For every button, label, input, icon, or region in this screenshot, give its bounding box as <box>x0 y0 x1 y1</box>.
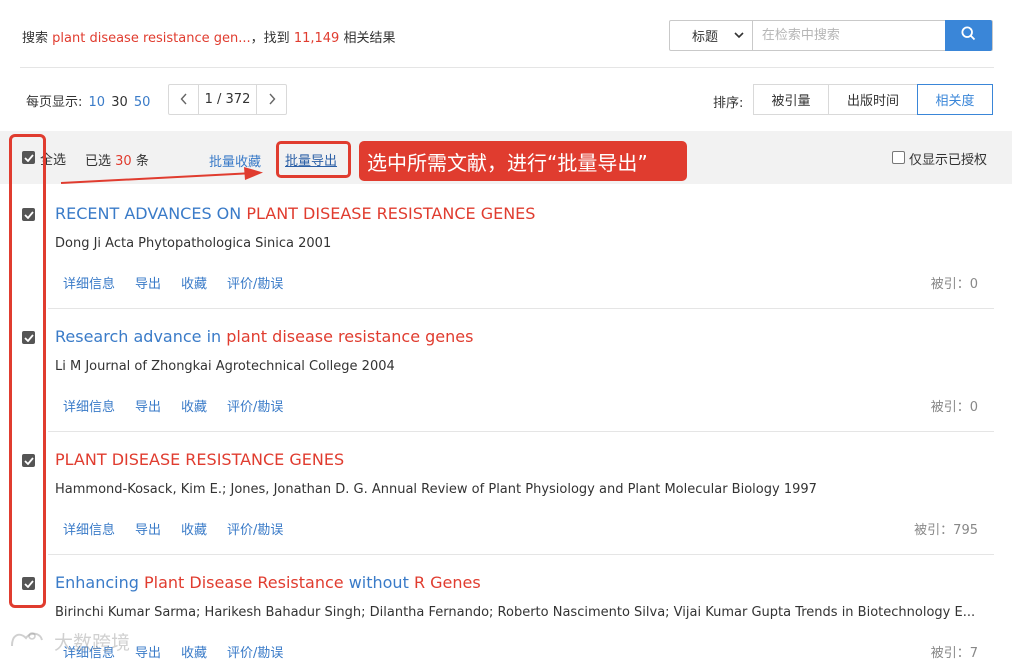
result-title-part: without <box>343 573 414 592</box>
watermark-logo-icon <box>8 628 48 655</box>
divider <box>48 431 994 432</box>
watermark-text: 大数跨境 <box>54 632 131 654</box>
summary-count: 11,149 <box>293 31 340 46</box>
export-highlight-box <box>276 141 351 178</box>
result-actions: 详细信息 导出 收藏 评价/勘误 <box>63 396 283 415</box>
export-link[interactable]: 导出 <box>135 273 161 292</box>
summary-query: plant disease resistance gen... <box>52 31 251 46</box>
annotation-arrow-icon <box>60 167 263 184</box>
page-indicator: 1 / 372 <box>198 85 257 114</box>
result-title-part: Genes <box>430 573 481 592</box>
checkmark-icon <box>23 333 34 342</box>
result-title-part: RECENT ADVANCES ON <box>55 204 247 223</box>
divider <box>20 67 994 68</box>
result-title[interactable]: PLANT DISEASE RESISTANCE GENES <box>55 450 344 469</box>
search-field-select[interactable]: 标题 <box>670 21 753 50</box>
export-link[interactable]: 导出 <box>135 396 161 415</box>
result-title[interactable]: RECENT ADVANCES ON PLANT DISEASE RESISTA… <box>55 204 535 223</box>
result-meta: Li M Journal of Zhongkai Agrotechnical C… <box>55 359 395 374</box>
result-title-part: PLANT DISEASE RESISTANCE GENES <box>246 204 536 223</box>
details-link[interactable]: 详细信息 <box>63 273 115 292</box>
checkmark-icon <box>23 210 34 219</box>
result-title-part: PLANT DISEASE RESISTANCE GENES <box>55 450 345 469</box>
export-link[interactable]: 导出 <box>135 642 161 661</box>
divider <box>48 308 994 309</box>
result-title-part: plant disease resistance genes <box>226 327 474 346</box>
result-checkbox[interactable] <box>22 331 35 344</box>
per-page-selector: 每页显示: 10 30 50 <box>26 91 152 110</box>
result-title-part: Enhancing <box>55 573 144 592</box>
review-link[interactable]: 评价/勘误 <box>227 642 283 661</box>
favorite-link[interactable]: 收藏 <box>181 642 207 661</box>
result-checkbox[interactable] <box>22 454 35 467</box>
search-icon <box>961 26 976 45</box>
result-cited-count: 被引：795 <box>914 523 978 538</box>
sort-by-date[interactable]: 出版时间 <box>828 84 918 115</box>
result-checkbox[interactable] <box>22 208 35 221</box>
result-checkbox[interactable] <box>22 577 35 590</box>
pagination: 1 / 372 <box>168 84 287 115</box>
favorite-link[interactable]: 收藏 <box>181 273 207 292</box>
chevron-down-icon <box>734 28 744 43</box>
chevron-right-icon <box>268 91 276 109</box>
per-page-option-30[interactable]: 30 <box>111 95 128 110</box>
sort-by-relevance[interactable]: 相关度 <box>917 84 993 115</box>
result-title[interactable]: Research advance in plant disease resist… <box>55 327 473 346</box>
result-cited-count: 被引：0 <box>930 400 978 415</box>
chevron-left-icon <box>180 91 188 109</box>
next-page-button[interactable] <box>257 85 286 114</box>
only-authorized-checkbox[interactable] <box>892 151 905 164</box>
search-summary: 搜索 plant disease resistance gen...，找到 11… <box>22 27 395 46</box>
per-page-option-10[interactable]: 10 <box>89 95 106 110</box>
result-meta: Dong Ji Acta Phytopathologica Sinica 200… <box>55 236 332 251</box>
export-link[interactable]: 导出 <box>135 519 161 538</box>
details-link[interactable]: 详细信息 <box>63 519 115 538</box>
result-meta: Birinchi Kumar Sarma; Harikesh Bahadur S… <box>55 605 976 620</box>
per-page-option-50[interactable]: 50 <box>134 95 151 110</box>
divider <box>48 554 994 555</box>
result-actions: 详细信息 导出 收藏 评价/勘误 <box>63 519 283 538</box>
review-link[interactable]: 评价/勘误 <box>227 273 283 292</box>
result-actions: 详细信息 导出 收藏 评价/勘误 <box>63 273 283 292</box>
result-cited-count: 被引：7 <box>930 646 978 661</box>
summary-suffix: 相关结果 <box>343 31 396 46</box>
result-title-part: R <box>413 573 426 592</box>
review-link[interactable]: 评价/勘误 <box>227 519 283 538</box>
search-button[interactable] <box>945 20 992 51</box>
summary-middle: ，找到 <box>250 31 290 46</box>
search-field-value: 标题 <box>692 30 719 45</box>
summary-prefix: 搜索 <box>22 31 49 46</box>
checkbox-highlight-box <box>9 134 46 608</box>
annotation-callout: 选中所需文献，进行“批量导出” <box>359 141 687 181</box>
per-page-label: 每页显示: <box>26 95 83 110</box>
result-title[interactable]: Enhancing Plant Disease Resistance witho… <box>55 573 481 592</box>
checkmark-icon <box>23 456 34 465</box>
search-input[interactable] <box>752 21 946 50</box>
sort-label: 排序: <box>713 96 744 111</box>
sort-by-citations[interactable]: 被引量 <box>753 84 829 115</box>
favorite-link[interactable]: 收藏 <box>181 396 207 415</box>
prev-page-button[interactable] <box>169 85 198 114</box>
result-title-part: Research advance in <box>55 327 227 346</box>
checkmark-icon <box>23 579 34 588</box>
review-link[interactable]: 评价/勘误 <box>227 396 283 415</box>
result-meta: Hammond-Kosack, Kim E.; Jones, Jonathan … <box>55 482 817 497</box>
search-box: 标题 <box>669 20 993 51</box>
sort-group: 被引量 出版时间 相关度 <box>753 84 993 115</box>
result-cited-count: 被引：0 <box>930 277 978 292</box>
result-title-part: Plant Disease Resistance <box>143 573 344 592</box>
only-authorized-label[interactable]: 仅显示已授权 <box>909 149 987 168</box>
details-link[interactable]: 详细信息 <box>63 396 115 415</box>
watermark: 大数跨境 <box>8 628 130 655</box>
favorite-link[interactable]: 收藏 <box>181 519 207 538</box>
